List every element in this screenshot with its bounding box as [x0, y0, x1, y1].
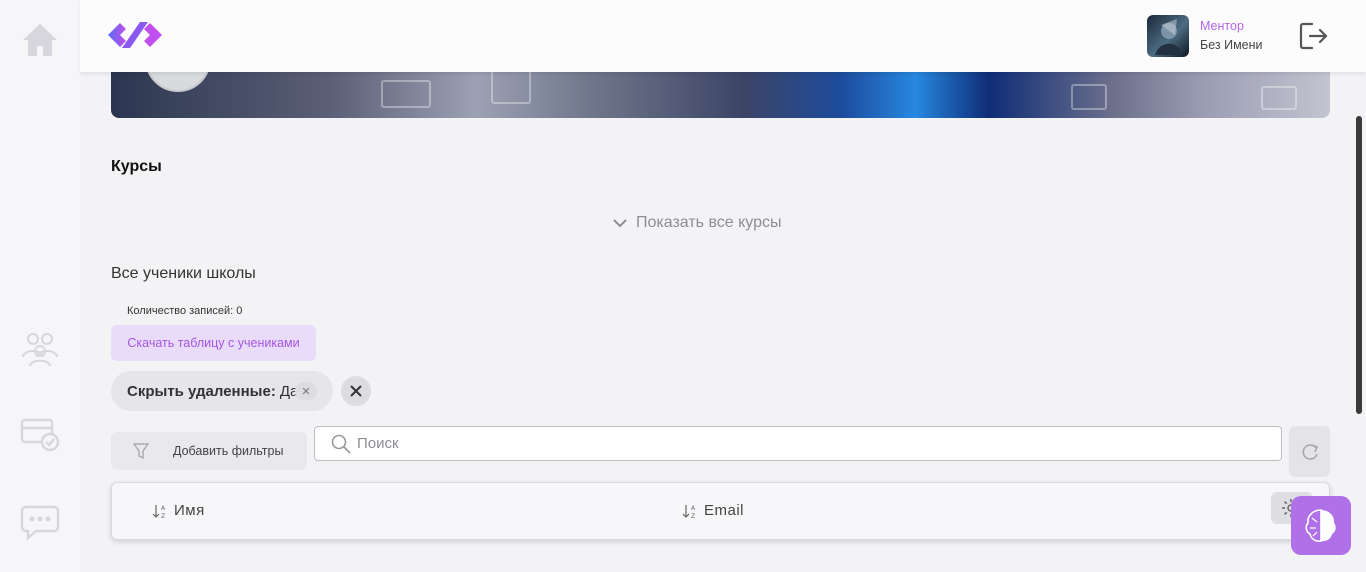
sort-icon: AZ [152, 503, 168, 519]
card-check-icon[interactable] [20, 414, 60, 454]
user-name: Без Имени [1200, 38, 1263, 52]
brain-icon [1305, 508, 1336, 542]
users-icon[interactable] [20, 328, 60, 368]
logo-icon[interactable] [106, 20, 164, 50]
svg-text:Z: Z [161, 513, 166, 519]
column-name-label: Имя [174, 502, 205, 519]
courses-title: Курсы [111, 158, 162, 175]
search-icon [331, 434, 351, 454]
column-email-label: Email [704, 502, 745, 519]
filter-chip-label: Скрыть удаленные: [127, 382, 276, 400]
svg-text:Z: Z [691, 513, 696, 519]
clear-filters-button[interactable] [341, 376, 371, 406]
svg-text:A: A [161, 505, 166, 512]
students-table: AZ Имя AZ Email [111, 482, 1330, 540]
close-icon [350, 385, 362, 397]
top-header: Ментор Без Имени [80, 0, 1366, 72]
avatar[interactable] [1147, 15, 1189, 57]
svg-text:A: A [691, 505, 696, 512]
ai-assistant-button[interactable] [1291, 496, 1351, 555]
page-scrollbar[interactable] [1356, 116, 1362, 414]
remove-filter-icon[interactable]: ✕ [295, 382, 317, 400]
search-input[interactable] [357, 435, 1257, 452]
user-role: Ментор [1200, 19, 1244, 33]
sort-icon: AZ [682, 503, 698, 519]
home-icon[interactable] [20, 20, 60, 60]
add-filters-label: Добавить фильтры [173, 444, 284, 458]
funnel-icon [133, 442, 149, 460]
chat-icon[interactable] [20, 502, 60, 542]
sidebar [0, 0, 80, 572]
logout-icon[interactable] [1298, 21, 1330, 51]
add-filters-button[interactable]: Добавить фильтры [111, 432, 307, 470]
column-header-name[interactable]: AZ Имя [152, 502, 205, 519]
download-students-button[interactable]: Скачать таблицу с учениками [111, 325, 316, 361]
column-header-email[interactable]: AZ Email [682, 502, 744, 519]
refresh-button[interactable] [1289, 426, 1330, 477]
show-all-courses-button[interactable]: Показать все курсы [612, 214, 782, 232]
show-all-courses-label: Показать все курсы [636, 214, 782, 231]
chevron-down-icon [612, 218, 628, 228]
refresh-icon [1302, 443, 1318, 460]
students-title: Все ученики школы [111, 265, 256, 282]
search-field[interactable] [314, 426, 1282, 461]
records-count: Количество записей: 0 [127, 305, 243, 317]
